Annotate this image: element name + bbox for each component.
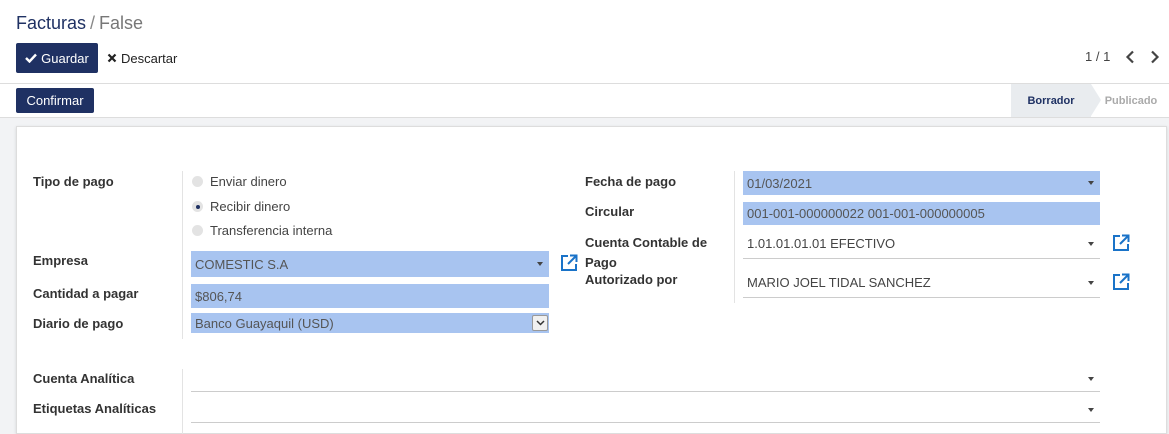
radio-send-money[interactable]: Enviar dinero <box>192 174 287 189</box>
save-button[interactable]: Guardar <box>16 43 98 73</box>
save-button-label: Guardar <box>41 50 89 66</box>
journal-select[interactable]: Banco Guayaquil (USD) <box>191 313 549 333</box>
analytic-account-field[interactable] <box>191 367 1100 392</box>
pager-value[interactable]: 1 / 1 <box>1085 49 1110 64</box>
stage-posted: Publicado <box>1104 94 1158 107</box>
external-link-icon[interactable] <box>1111 272 1131 292</box>
radio-button[interactable] <box>192 225 203 236</box>
circular-label: Circular <box>585 204 635 219</box>
payment-type-label: Tipo de pago <box>33 174 114 189</box>
authorized-by-value: MARIO JOEL TIDAL SANCHEZ <box>747 275 931 290</box>
breadcrumb-separator: / <box>90 13 96 33</box>
close-icon <box>107 53 117 63</box>
radio-button[interactable] <box>192 176 203 187</box>
breadcrumb-parent-link[interactable]: Facturas <box>16 13 86 33</box>
chevron-down-icon <box>1088 181 1094 185</box>
chevron-left-icon[interactable] <box>1125 50 1135 64</box>
radio-receive-money[interactable]: Recibir dinero <box>192 199 290 214</box>
circular-field[interactable]: 001-001-000000022 001-001-000000005 <box>743 202 1100 225</box>
analytic-account-label: Cuenta Analítica <box>33 371 135 386</box>
radio-label: Recibir dinero <box>210 199 291 214</box>
amount-field[interactable]: $806,74 <box>191 284 549 308</box>
account-value: 1.01.01.01.01 EFECTIVO <box>747 236 896 251</box>
check-icon <box>25 53 38 63</box>
chevron-down-icon <box>1088 377 1094 381</box>
control-panel: Facturas / False Guardar Descartar 1 / 1 <box>0 0 1169 84</box>
chevron-down-icon <box>537 262 543 266</box>
analytic-tags-field[interactable] <box>191 398 1100 423</box>
payment-date-field[interactable]: 01/03/2021 <box>743 171 1100 195</box>
status-bar: Confirmar Borrador Publicado <box>0 84 1169 118</box>
breadcrumb-current: False <box>99 13 144 33</box>
chevron-down-icon <box>1088 408 1094 412</box>
journal-value: Banco Guayaquil (USD) <box>195 315 334 331</box>
payment-date-value: 01/03/2021 <box>747 175 813 191</box>
circular-value: 001-001-000000022 001-001-000000005 <box>747 206 985 221</box>
authorized-by-label: Autorizado por <box>585 272 678 287</box>
radio-label: Transferencia interna <box>210 223 333 238</box>
stage-draft: Borrador <box>1011 84 1101 117</box>
form-sheet: Tipo de pago Enviar dinero Recibir diner… <box>16 126 1167 434</box>
partner-value: COMESTIC S.A <box>195 256 289 272</box>
radio-label: Enviar dinero <box>210 174 287 189</box>
payment-date-label: Fecha de pago <box>585 174 677 189</box>
right-divider <box>734 171 735 303</box>
external-link-icon[interactable] <box>1111 233 1131 253</box>
chevron-down-icon <box>1088 241 1094 246</box>
amount-value: $806,74 <box>195 288 242 304</box>
partner-field[interactable]: COMESTIC S.A <box>191 251 549 277</box>
account-label-line2: Pago <box>585 255 617 270</box>
left-divider <box>182 171 183 339</box>
account-field[interactable]: 1.01.01.01.01 EFECTIVO <box>743 229 1100 259</box>
authorized-by-field[interactable]: MARIO JOEL TIDAL SANCHEZ <box>743 268 1100 298</box>
external-link-icon[interactable] <box>559 253 579 273</box>
confirm-button[interactable]: Confirmar <box>16 88 94 113</box>
account-label: Cuenta Contable de Pago <box>585 233 707 273</box>
account-label-line1: Cuenta Contable de <box>585 235 708 250</box>
chevron-down-icon[interactable] <box>532 315 548 331</box>
radio-internal-transfer[interactable]: Transferencia interna <box>192 223 332 238</box>
amount-label: Cantidad a pagar <box>33 286 139 301</box>
radio-button-selected[interactable] <box>192 201 203 212</box>
breadcrumb: Facturas / False <box>16 13 143 34</box>
analytic-tags-label: Etiquetas Analíticas <box>33 401 157 416</box>
chevron-down-icon <box>1088 280 1094 285</box>
partner-label: Empresa <box>33 253 88 268</box>
journal-label: Diario de pago <box>33 316 124 331</box>
bottom-divider <box>182 369 183 434</box>
chevron-right-icon[interactable] <box>1150 50 1160 64</box>
discard-button[interactable]: Descartar <box>107 43 177 73</box>
discard-button-label: Descartar <box>121 50 178 66</box>
